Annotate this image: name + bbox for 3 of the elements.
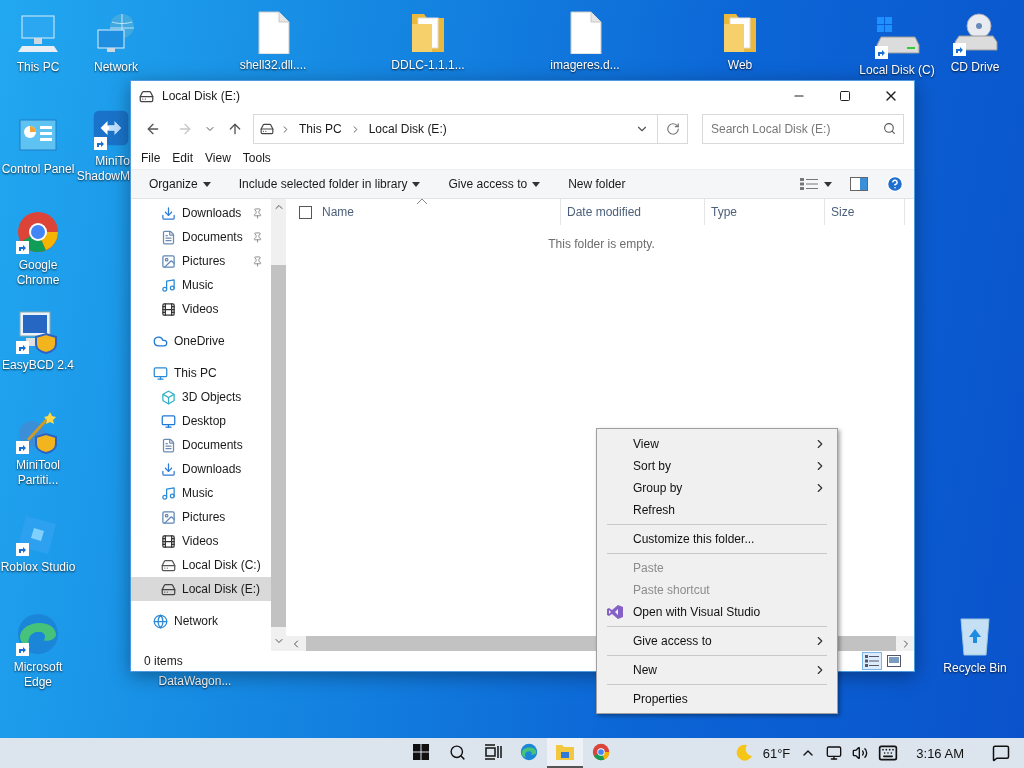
status-text: 0 items <box>144 654 183 668</box>
window-title: Local Disk (E:) <box>162 89 242 103</box>
empty-folder-text: This folder is empty. <box>548 237 655 251</box>
